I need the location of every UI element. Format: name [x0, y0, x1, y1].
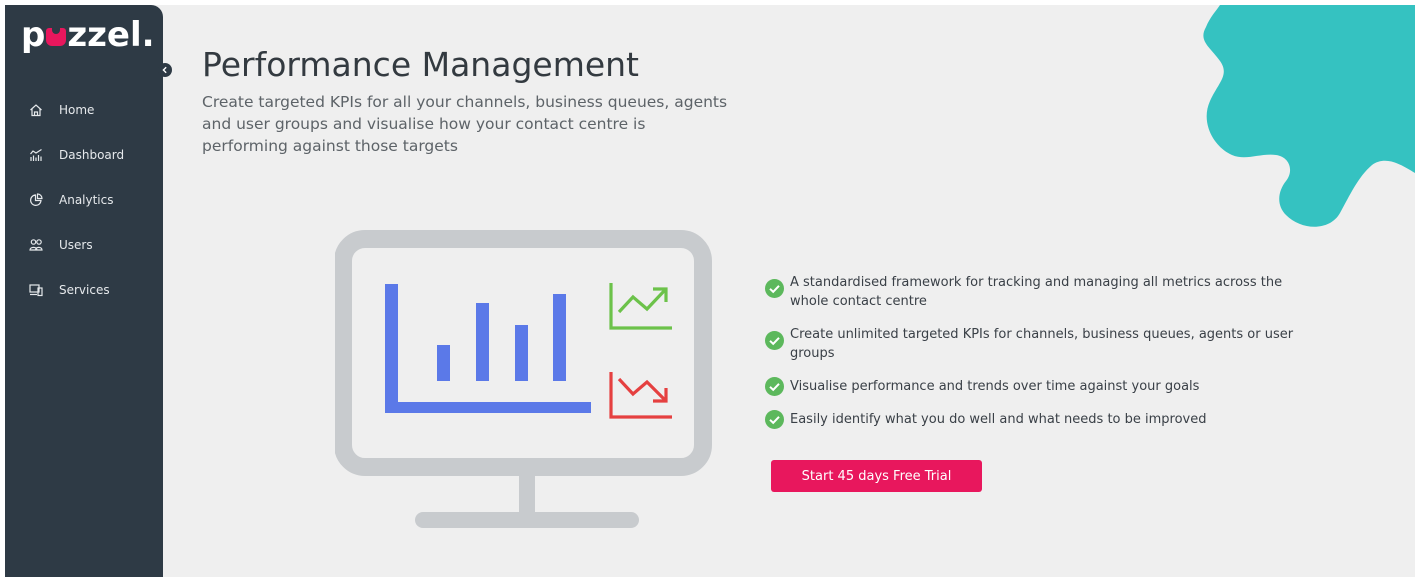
- sidebar-item-dashboard[interactable]: Dashboard: [5, 132, 163, 177]
- check-circle-icon: [765, 331, 784, 350]
- monitor-base: [415, 512, 639, 528]
- sidebar-item-home[interactable]: Home: [5, 87, 163, 132]
- check-circle-icon: [765, 279, 784, 298]
- feature-text: Visualise performance and trends over ti…: [790, 379, 1200, 394]
- app-window: p zzel. Home Dashboard Analytics Users S…: [5, 5, 1415, 577]
- start-free-trial-button[interactable]: Start 45 days Free Trial: [771, 460, 982, 492]
- logo-text-prefix: p: [21, 15, 46, 55]
- sidebar-item-services[interactable]: Services: [5, 267, 163, 312]
- sidebar-item-label: Analytics: [59, 192, 114, 207]
- sidebar-item-label: Home: [59, 102, 95, 117]
- users-icon: [29, 238, 43, 252]
- chart-bar: [553, 294, 566, 381]
- chart-bar: [515, 325, 528, 381]
- trend-up-icon: [609, 283, 672, 330]
- feature-item: Create unlimited targeted KPIs for chann…: [765, 325, 1345, 363]
- chart-bar: [437, 345, 450, 381]
- collapse-sidebar-button[interactable]: [158, 63, 172, 77]
- sidebar-item-users[interactable]: Users: [5, 222, 163, 267]
- logo-text-suffix: zzel.: [67, 15, 155, 55]
- description-line: Create targeted KPIs for all your channe…: [202, 93, 728, 111]
- feature-item: Visualise performance and trends over ti…: [765, 377, 1345, 396]
- feature-item: A standardised framework for tracking an…: [765, 273, 1345, 311]
- puzzel-logo: p zzel.: [21, 15, 155, 55]
- check-circle-icon: [765, 410, 784, 429]
- feature-text: Create unlimited targeted KPIs for chann…: [790, 327, 1294, 361]
- trend-down-icon: [609, 372, 672, 419]
- chart-y-axis: [385, 284, 398, 412]
- page-title: Performance Management: [202, 45, 639, 84]
- sidebar-item-label: Users: [59, 237, 93, 252]
- logo-u-mark: [45, 24, 67, 48]
- sidebar-nav: Home Dashboard Analytics Users Services: [5, 87, 163, 312]
- services-icon: [29, 283, 43, 297]
- page-description: Create targeted KPIs for all your channe…: [202, 91, 782, 157]
- check-circle-icon: [765, 377, 784, 396]
- monitor-neck: [519, 472, 535, 516]
- sidebar-item-analytics[interactable]: Analytics: [5, 177, 163, 222]
- feature-text: A standardised framework for tracking an…: [790, 275, 1283, 309]
- feature-text: Easily identify what you do well and wha…: [790, 412, 1207, 427]
- description-line: and user groups and visualise how your c…: [202, 115, 646, 133]
- sidebar: p zzel. Home Dashboard Analytics Users S…: [5, 5, 163, 577]
- chevron-left-icon: [162, 66, 167, 74]
- chart-bar: [476, 303, 489, 381]
- feature-list: A standardised framework for tracking an…: [765, 273, 1345, 443]
- sidebar-item-label: Dashboard: [59, 147, 125, 162]
- puzzle-piece-decoration: [1190, 5, 1415, 239]
- feature-item: Easily identify what you do well and wha…: [765, 410, 1345, 429]
- sidebar-item-label: Services: [59, 282, 110, 297]
- monitor-illustration: [334, 227, 715, 536]
- home-icon: [29, 103, 43, 117]
- chart-x-axis: [385, 402, 591, 413]
- analytics-icon: [29, 192, 43, 207]
- dashboard-icon: [29, 148, 43, 162]
- description-line: performing against those targets: [202, 137, 458, 155]
